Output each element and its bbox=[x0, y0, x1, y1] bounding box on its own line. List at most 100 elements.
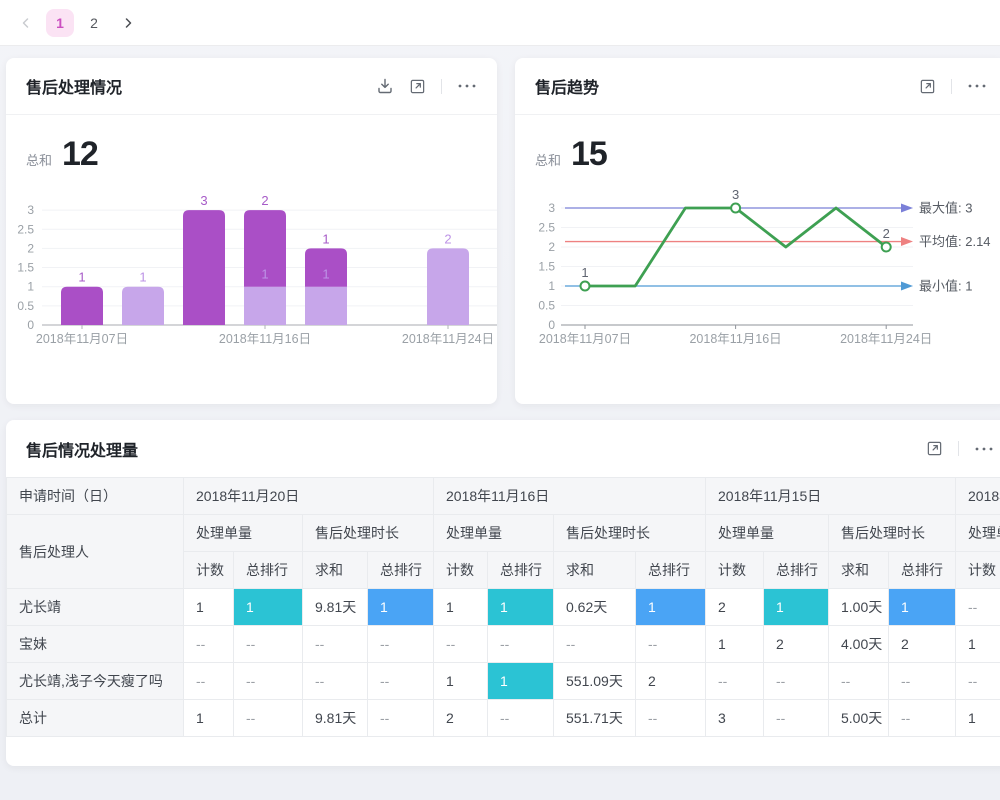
date-group-header: 2018年11月20日 bbox=[184, 478, 434, 515]
point-value-label: 3 bbox=[732, 187, 739, 202]
table-cell: -- bbox=[434, 626, 488, 663]
metric-header: 售后处理时长 bbox=[829, 515, 956, 552]
table-row: 宝妹----------------124.00天21 bbox=[7, 626, 1000, 663]
table-cell: -- bbox=[488, 626, 554, 663]
stat-label: 总和 bbox=[26, 150, 52, 169]
table-cell: 1 bbox=[434, 589, 488, 626]
corner-header-apply-time: 申请时间（日） bbox=[7, 478, 184, 515]
table-cell: 2 bbox=[636, 663, 706, 700]
aggregation-header: 计数 bbox=[956, 552, 1000, 589]
expand-icon[interactable] bbox=[919, 78, 936, 95]
prev-page-button[interactable] bbox=[12, 9, 40, 37]
trend-line-chart: 00.511.522.53最大值: 3平均值: 2.14最小值: 1132201… bbox=[515, 178, 1000, 356]
more-icon[interactable] bbox=[457, 77, 477, 95]
table-cell: 1 bbox=[488, 663, 554, 700]
table-cell: -- bbox=[368, 700, 434, 737]
y-axis-tick-label: 0.5 bbox=[538, 299, 555, 313]
processing-volume-table-card: 售后情况处理量 申请时间（日）2018年11月20日2018年11月16日201… bbox=[6, 420, 1000, 766]
table-cell: 1 bbox=[636, 589, 706, 626]
table-cell: -- bbox=[234, 700, 303, 737]
table-cell: -- bbox=[889, 700, 956, 737]
point-value-label: 1 bbox=[581, 265, 588, 280]
expand-icon[interactable] bbox=[409, 78, 426, 95]
aggregation-header: 计数 bbox=[434, 552, 488, 589]
table-cell: 1 bbox=[956, 626, 1000, 663]
card-header: 售后处理情况 bbox=[6, 58, 497, 115]
more-icon[interactable] bbox=[967, 77, 987, 95]
metric-header: 售后处理时长 bbox=[303, 515, 434, 552]
y-axis-tick-label: 2 bbox=[548, 240, 555, 254]
download-icon[interactable] bbox=[376, 77, 394, 95]
table-cell: 9.81天 bbox=[303, 589, 368, 626]
bar-segment-light[interactable] bbox=[305, 287, 347, 325]
table-cell: -- bbox=[368, 663, 434, 700]
table-cell: -- bbox=[764, 663, 829, 700]
table-cell: 1 bbox=[234, 589, 303, 626]
total-stat: 总和 15 bbox=[515, 115, 1000, 174]
next-page-button[interactable] bbox=[114, 9, 142, 37]
aggregation-header: 计数 bbox=[706, 552, 764, 589]
handler-name-cell: 尤长靖,浅子今天瘦了吗 bbox=[7, 663, 184, 700]
table-cell: 1 bbox=[184, 700, 234, 737]
y-axis-tick-label: 1 bbox=[27, 280, 34, 294]
y-axis-tick-label: 0.5 bbox=[17, 299, 34, 313]
markline-label: 最大值: 3 bbox=[919, 201, 972, 216]
x-axis-label: 2018年11月07日 bbox=[36, 332, 128, 346]
page-button-2[interactable]: 2 bbox=[80, 9, 108, 37]
handler-name-cell: 宝妹 bbox=[7, 626, 184, 663]
bar-segment-light[interactable] bbox=[122, 287, 164, 325]
more-icon[interactable] bbox=[974, 440, 994, 458]
aggregation-header: 求和 bbox=[829, 552, 889, 589]
page-button-1[interactable]: 1 bbox=[46, 9, 74, 37]
x-axis-label: 2018年11月16日 bbox=[689, 332, 781, 346]
divider bbox=[441, 79, 442, 94]
table-cell: -- bbox=[184, 663, 234, 700]
table-row: 总计1--9.81天--2--551.71天--3--5.00天--1 bbox=[7, 700, 1000, 737]
after-sales-trend-card: 售后趋势 总和 15 00.511.522.53最大值: 3平均值: 2.14最… bbox=[515, 58, 1000, 404]
aggregation-header: 求和 bbox=[554, 552, 636, 589]
bar-value-label: 3 bbox=[200, 193, 207, 208]
bar-segment-light[interactable] bbox=[244, 287, 286, 325]
bar-segment-light[interactable] bbox=[427, 248, 469, 325]
table-cell: -- bbox=[706, 663, 764, 700]
table-cell: 1 bbox=[889, 589, 956, 626]
handler-name-cell: 尤长靖 bbox=[7, 589, 184, 626]
y-axis-tick-label: 0 bbox=[27, 318, 34, 332]
y-axis-tick-label: 1.5 bbox=[17, 261, 34, 275]
y-axis-tick-label: 3 bbox=[548, 201, 555, 215]
date-group-header: 2018年11月16日 bbox=[434, 478, 706, 515]
table-cell: -- bbox=[636, 626, 706, 663]
bar-segment-dark[interactable] bbox=[183, 210, 225, 325]
data-point[interactable] bbox=[731, 204, 740, 213]
table-cell: 1 bbox=[764, 589, 829, 626]
table-cell: -- bbox=[303, 626, 368, 663]
bar-value-label: 1 bbox=[322, 231, 329, 246]
table-cell: -- bbox=[956, 589, 1000, 626]
table-cell: 2 bbox=[764, 626, 829, 663]
card-title: 售后趋势 bbox=[535, 74, 599, 98]
card-title: 售后处理情况 bbox=[26, 74, 122, 98]
table-cell: 2 bbox=[706, 589, 764, 626]
data-point[interactable] bbox=[882, 243, 891, 252]
data-point[interactable] bbox=[581, 282, 590, 291]
metric-header: 售后处理时长 bbox=[554, 515, 706, 552]
aggregation-header: 总排行 bbox=[488, 552, 554, 589]
stat-value: 12 bbox=[62, 135, 98, 174]
bar-value-label: 1 bbox=[322, 267, 329, 282]
expand-icon[interactable] bbox=[926, 440, 943, 457]
y-axis-tick-label: 2 bbox=[27, 241, 34, 255]
bar-segment-dark[interactable] bbox=[61, 287, 103, 325]
table-cell: 1 bbox=[184, 589, 234, 626]
metric-header: 处理单量 bbox=[184, 515, 303, 552]
bar-value-label: 1 bbox=[78, 270, 85, 285]
bar-value-label: 2 bbox=[261, 193, 268, 208]
chevron-right-icon bbox=[122, 17, 134, 29]
aggregation-header: 总排行 bbox=[636, 552, 706, 589]
metric-header: 处理单量 bbox=[956, 515, 1000, 552]
corner-header-handler: 售后处理人 bbox=[7, 515, 184, 589]
bar-value-label: 1 bbox=[261, 267, 268, 282]
aggregation-header: 总排行 bbox=[234, 552, 303, 589]
stat-label: 总和 bbox=[535, 150, 561, 169]
table-row: 尤长靖,浅子今天瘦了吗--------11551.09天2---------- bbox=[7, 663, 1000, 700]
y-axis-tick-label: 1 bbox=[548, 279, 555, 293]
